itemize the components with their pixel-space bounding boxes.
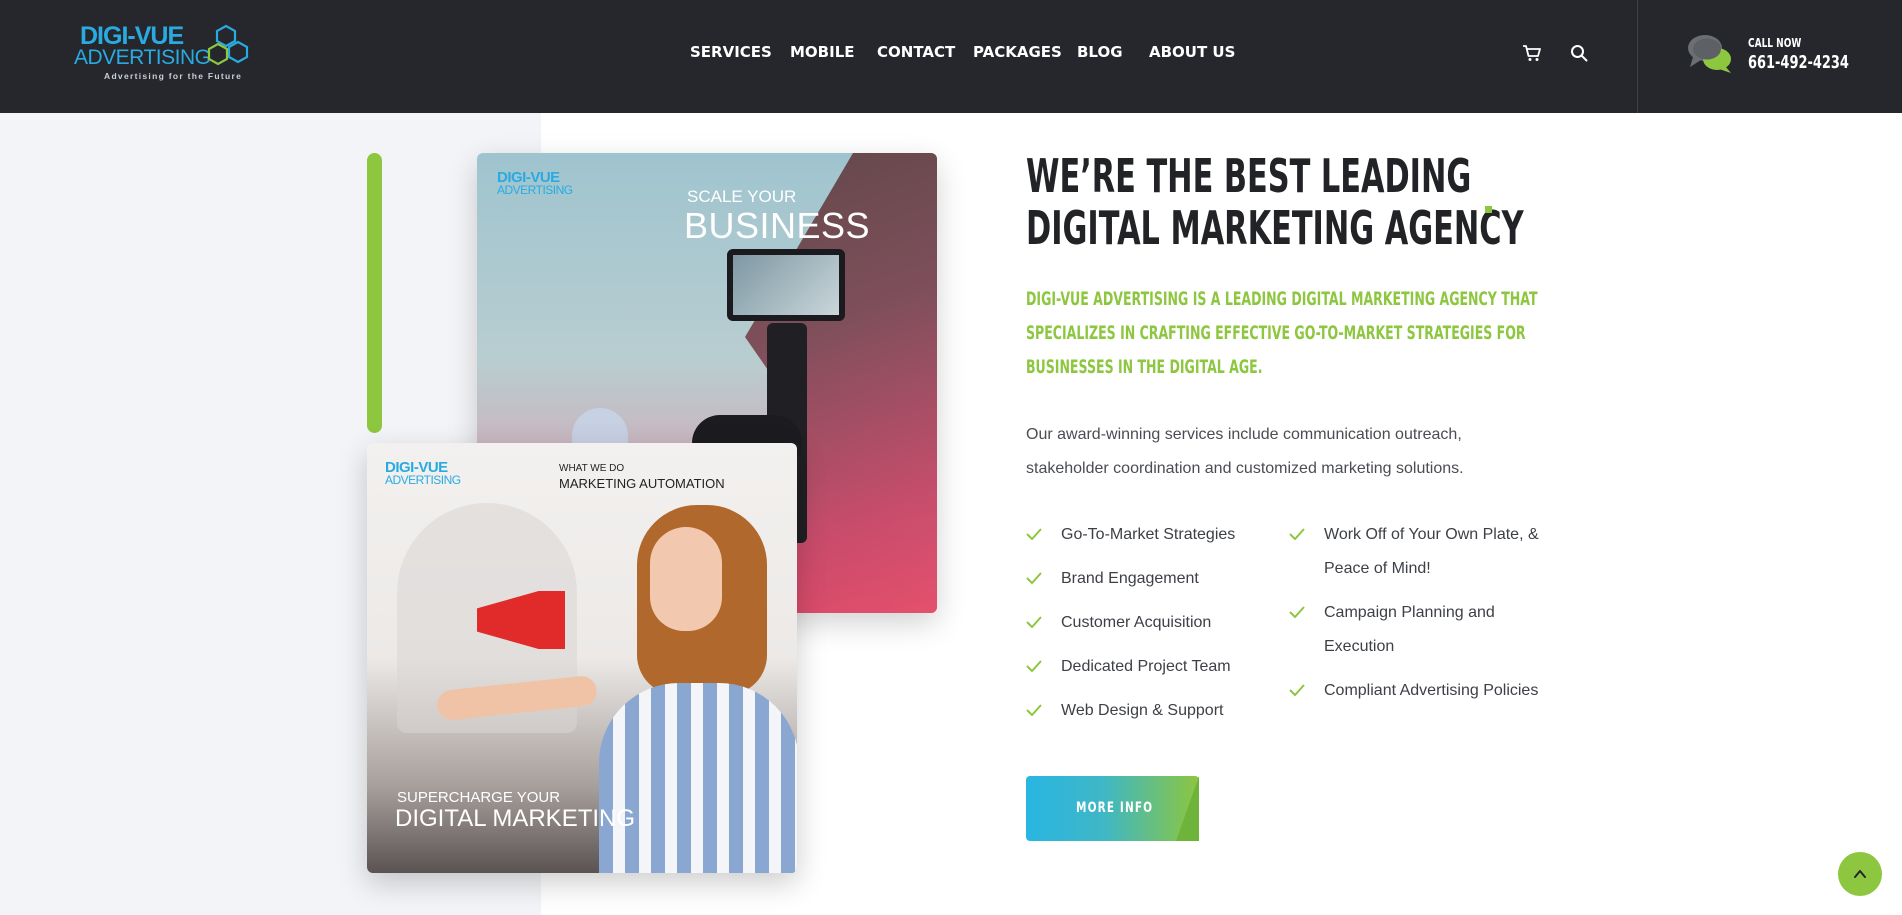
woman-face	[650, 527, 722, 631]
image-kicker: WHAT WE DO	[559, 463, 625, 474]
image-headline-large: DIGITAL MARKETING	[395, 805, 636, 832]
title-accent-dot	[1485, 206, 1492, 213]
chevron-up-icon	[1854, 870, 1866, 878]
phone-number-link[interactable]: 661-492-4234	[1748, 52, 1849, 73]
list-item: Compliant Advertising Policies	[1289, 674, 1539, 708]
nav-item-about-us[interactable]: ABOUT US	[1149, 43, 1239, 62]
nav-item-blog[interactable]: BLOG	[1077, 43, 1149, 62]
list-item: Campaign Planning and Execution	[1289, 596, 1539, 664]
header-divider	[1637, 0, 1638, 113]
list-item: Brand Engagement	[1026, 562, 1266, 596]
image-headline-large: BUSINESS	[684, 205, 871, 246]
accent-bar	[367, 153, 382, 433]
striped-shirt	[599, 683, 797, 873]
list-item: Go-To-Market Strategies	[1026, 518, 1266, 552]
check-icon	[1026, 572, 1042, 584]
check-icon	[1026, 704, 1042, 716]
list-item: Work Off of Your Own Plate, & Peace of M…	[1289, 518, 1539, 586]
main-nav: SERVICES MOBILE CONTACT PACKAGES BLOG AB…	[690, 43, 1239, 62]
more-info-button[interactable]: MORE INFO	[1026, 776, 1199, 841]
image-brand-logo: DIGI-VUE ADVERTISING	[497, 169, 573, 197]
image-headline-small: SUPERCHARGE YOUR	[397, 789, 561, 806]
image-headline-small: SCALE YOUR	[687, 187, 797, 206]
check-icon	[1026, 660, 1042, 672]
logo-wordmark-bottom: ADVERTISING	[74, 46, 211, 69]
section-title: WE’RE THE BEST LEADING DIGITAL MARKETING…	[1026, 149, 1524, 255]
call-now-label: CALL NOW	[1748, 36, 1802, 50]
feature-list-left: Go-To-Market Strategies Brand Engagement…	[1026, 518, 1266, 738]
cart-icon[interactable]	[1522, 44, 1542, 62]
hexagon-logo-icon	[207, 24, 249, 66]
section-description: Our award-winning services include commu…	[1026, 426, 1464, 477]
scroll-to-top-button[interactable]	[1838, 852, 1882, 896]
nav-item-packages[interactable]: PACKAGES	[973, 43, 1077, 62]
site-logo[interactable]: DIGI-VUE ADVERTISING Advertising for the…	[74, 22, 254, 84]
list-item: Dedicated Project Team	[1026, 650, 1266, 684]
site-header: DIGI-VUE ADVERTISING Advertising for the…	[0, 0, 1902, 113]
more-info-label: MORE INFO	[1076, 800, 1154, 816]
check-icon	[1026, 616, 1042, 628]
section-subtitle: DIGI-VUE ADVERTISING IS A LEADING DIGITA…	[1026, 288, 1538, 378]
list-item: Customer Acquisition	[1026, 606, 1266, 640]
nav-item-services[interactable]: SERVICES	[690, 43, 790, 62]
check-icon	[1289, 528, 1305, 540]
nav-item-contact[interactable]: CONTACT	[877, 43, 973, 62]
check-icon	[1289, 684, 1305, 696]
button-accent	[1176, 776, 1199, 841]
check-icon	[1026, 528, 1042, 540]
feature-list-right: Work Off of Your Own Plate, & Peace of M…	[1289, 518, 1539, 718]
search-icon[interactable]	[1570, 44, 1588, 62]
nav-item-mobile[interactable]: MOBILE	[790, 43, 877, 62]
image-brand-logo: DIGI-VUE ADVERTISING	[385, 459, 461, 487]
marketing-automation-image: DIGI-VUE ADVERTISING WHAT WE DO MARKETIN…	[367, 443, 797, 873]
list-item: Web Design & Support	[1026, 694, 1266, 728]
camera-monitor	[727, 249, 845, 321]
logo-tagline: Advertising for the Future	[104, 71, 243, 81]
check-icon	[1289, 606, 1305, 618]
chat-bubbles-icon	[1688, 35, 1731, 73]
image-topic: MARKETING AUTOMATION	[559, 476, 725, 491]
